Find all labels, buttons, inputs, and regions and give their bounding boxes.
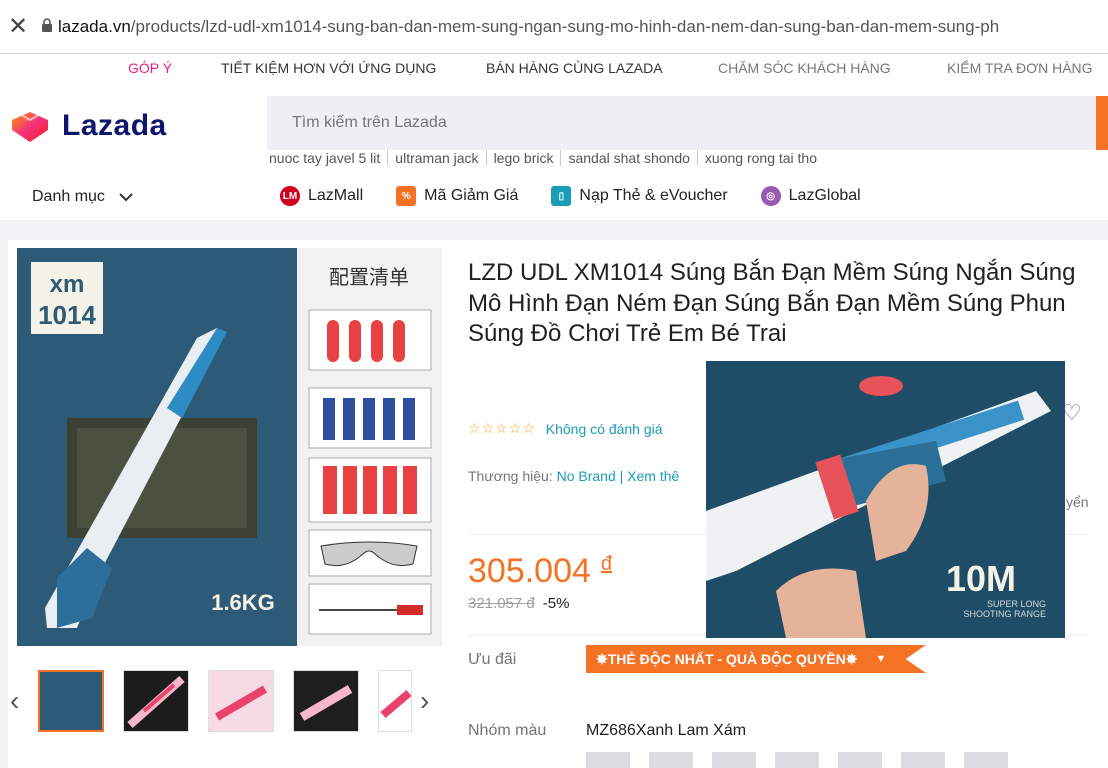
- svg-text:SHOOTING RANGE: SHOOTING RANGE: [963, 609, 1046, 619]
- lazada-heart-icon: [12, 112, 48, 142]
- svg-text:1014: 1014: [38, 300, 96, 330]
- globe-icon: ◎: [760, 186, 781, 206]
- color-value: MZ686Xanh Lam Xám: [586, 722, 747, 739]
- voucher-icon: %: [396, 186, 417, 206]
- feedback-link[interactable]: GÓP Ý: [128, 60, 172, 76]
- logo-text: Lazada: [62, 109, 167, 142]
- brand-row: Thương hiệu: No Brand | Xem thê: [468, 468, 679, 484]
- side-text: yển: [1066, 494, 1089, 510]
- nav-label: Nạp Thẻ & eVoucher: [579, 187, 728, 204]
- search-input[interactable]: [267, 96, 1087, 150]
- suggestion-item[interactable]: ultraman jack: [395, 150, 487, 166]
- svg-text:10M: 10M: [946, 558, 1016, 599]
- nav-label: Mã Giảm Giá: [424, 187, 519, 204]
- chevron-down-icon: [119, 189, 133, 205]
- category-label: Danh mục: [32, 188, 105, 205]
- color-swatch[interactable]: [649, 752, 693, 768]
- phone-icon: ▯: [551, 186, 572, 206]
- browser-address-bar: ✕ lazada.vn/products/lzd-udl-xm1014-sung…: [0, 0, 1108, 54]
- product-main-image[interactable]: xm 1014 1.6KG: [17, 248, 297, 646]
- product-title: LZD UDL XM1014 Súng Bắn Đạn Mềm Súng Ngắ…: [468, 259, 1076, 347]
- sell-link[interactable]: BÁN HÀNG CÙNG LAZADA: [486, 60, 663, 76]
- nav-label: LazGlobal: [788, 187, 861, 204]
- svg-text:xm: xm: [50, 271, 85, 298]
- suggestion-item[interactable]: sandal shat shondo: [568, 150, 698, 166]
- url-host: lazada.vn: [58, 16, 131, 36]
- lazada-logo[interactable]: Lazada: [8, 108, 167, 144]
- rating-row: ☆☆☆☆☆ Không có đánh giá: [468, 420, 663, 437]
- star-rating-icon: ☆☆☆☆☆: [468, 420, 536, 436]
- brand-link[interactable]: No Brand: [557, 468, 616, 484]
- price: 305.004 đ: [468, 552, 612, 591]
- thumbnail[interactable]: [293, 670, 359, 732]
- color-label: Nhóm màu: [468, 722, 547, 739]
- lock-icon[interactable]: [36, 17, 58, 36]
- caret-down-icon: ▼: [875, 653, 887, 665]
- app-link[interactable]: TIẾT KIỆM HƠN VỚI ỨNG DỤNG: [221, 60, 436, 76]
- nav-lazglobal[interactable]: ◎ LazGlobal: [760, 186, 861, 206]
- svg-text:SUPER LONG: SUPER LONG: [987, 599, 1046, 609]
- overlay-product-image: 10M SUPER LONG SHOOTING RANGE: [706, 361, 1065, 638]
- category-menu[interactable]: Danh mục: [32, 188, 133, 206]
- suggestion-item[interactable]: lego brick: [494, 150, 562, 166]
- brand-label: Thương hiệu:: [468, 468, 553, 484]
- search-suggestions: nuoc tay javel 5 lit ultraman jack lego …: [269, 150, 831, 166]
- channel-nav: LM LazMall % Mã Giảm Giá ▯ Nạp Thẻ & eVo…: [280, 186, 894, 206]
- nav-topup[interactable]: ▯ Nạp Thẻ & eVoucher: [551, 186, 728, 206]
- color-swatch[interactable]: [838, 752, 882, 768]
- currency: đ: [600, 552, 613, 575]
- thumb-next-arrow[interactable]: ›: [420, 685, 429, 717]
- color-swatch[interactable]: [712, 752, 756, 768]
- toy-gun-image: xm 1014 1.6KG: [31, 262, 275, 628]
- suggestion-item[interactable]: xuong rong tai tho: [705, 150, 824, 166]
- price-value: 305.004: [468, 552, 591, 590]
- close-icon[interactable]: ✕: [0, 12, 36, 41]
- brand-more-link[interactable]: | Xem thê: [620, 468, 680, 484]
- track-order-link[interactable]: KIỂM TRA ĐƠN HÀNG: [947, 60, 1093, 76]
- top-nav: GÓP Ý TIẾT KIỆM HƠN VỚI ỨNG DỤNG BÁN HÀN…: [0, 54, 1108, 82]
- thumb-prev-arrow[interactable]: ‹: [10, 685, 19, 717]
- offer-dropdown[interactable]: ✸THẺ ĐỘC NHẤT - QUÀ ĐỘC QUYỀN✸ ▼: [586, 645, 926, 673]
- url-path: /products/lzd-udl-xm1014-sung-ban-dan-me…: [130, 16, 1000, 36]
- old-price: 321.057 đ: [468, 595, 535, 612]
- color-swatch[interactable]: [775, 752, 819, 768]
- offer-label: Ưu đãi: [468, 651, 517, 668]
- search-button[interactable]: [1096, 96, 1108, 150]
- lazmall-icon: LM: [280, 186, 300, 206]
- search-box: [267, 96, 1108, 150]
- color-swatches: [586, 752, 1027, 768]
- thumbnail[interactable]: [208, 670, 274, 732]
- nav-lazmall[interactable]: LM LazMall: [280, 186, 363, 206]
- thumbnail[interactable]: [38, 670, 104, 732]
- rating-text[interactable]: Không có đánh giá: [546, 421, 663, 437]
- nav-label: LazMall: [308, 187, 364, 204]
- url-field[interactable]: lazada.vn/products/lzd-udl-xm1014-sung-b…: [58, 17, 1108, 37]
- svg-text:1.6KG: 1.6KG: [211, 590, 275, 615]
- color-swatch[interactable]: [901, 752, 945, 768]
- offer-text: ✸THẺ ĐỘC NHẤT - QUÀ ĐỘC QUYỀN✸: [596, 650, 858, 667]
- old-price-row: 321.057 đ -5%: [468, 595, 569, 612]
- site-header: Lazada nuoc tay javel 5 lit ultraman jac…: [0, 82, 1108, 220]
- svg-text:配置清单: 配置清单: [329, 265, 409, 289]
- suggestion-item[interactable]: nuoc tay javel 5 lit: [269, 150, 389, 166]
- discount-badge: -5%: [542, 595, 570, 612]
- color-swatch[interactable]: [964, 752, 1008, 768]
- thumbnail[interactable]: [378, 670, 412, 732]
- care-link[interactable]: CHĂM SÓC KHÁCH HÀNG: [718, 60, 891, 76]
- accessory-list-image: 配置清单: [297, 248, 442, 646]
- nav-voucher[interactable]: % Mã Giảm Giá: [396, 186, 518, 206]
- thumbnail[interactable]: [123, 670, 189, 732]
- color-swatch[interactable]: [586, 752, 630, 768]
